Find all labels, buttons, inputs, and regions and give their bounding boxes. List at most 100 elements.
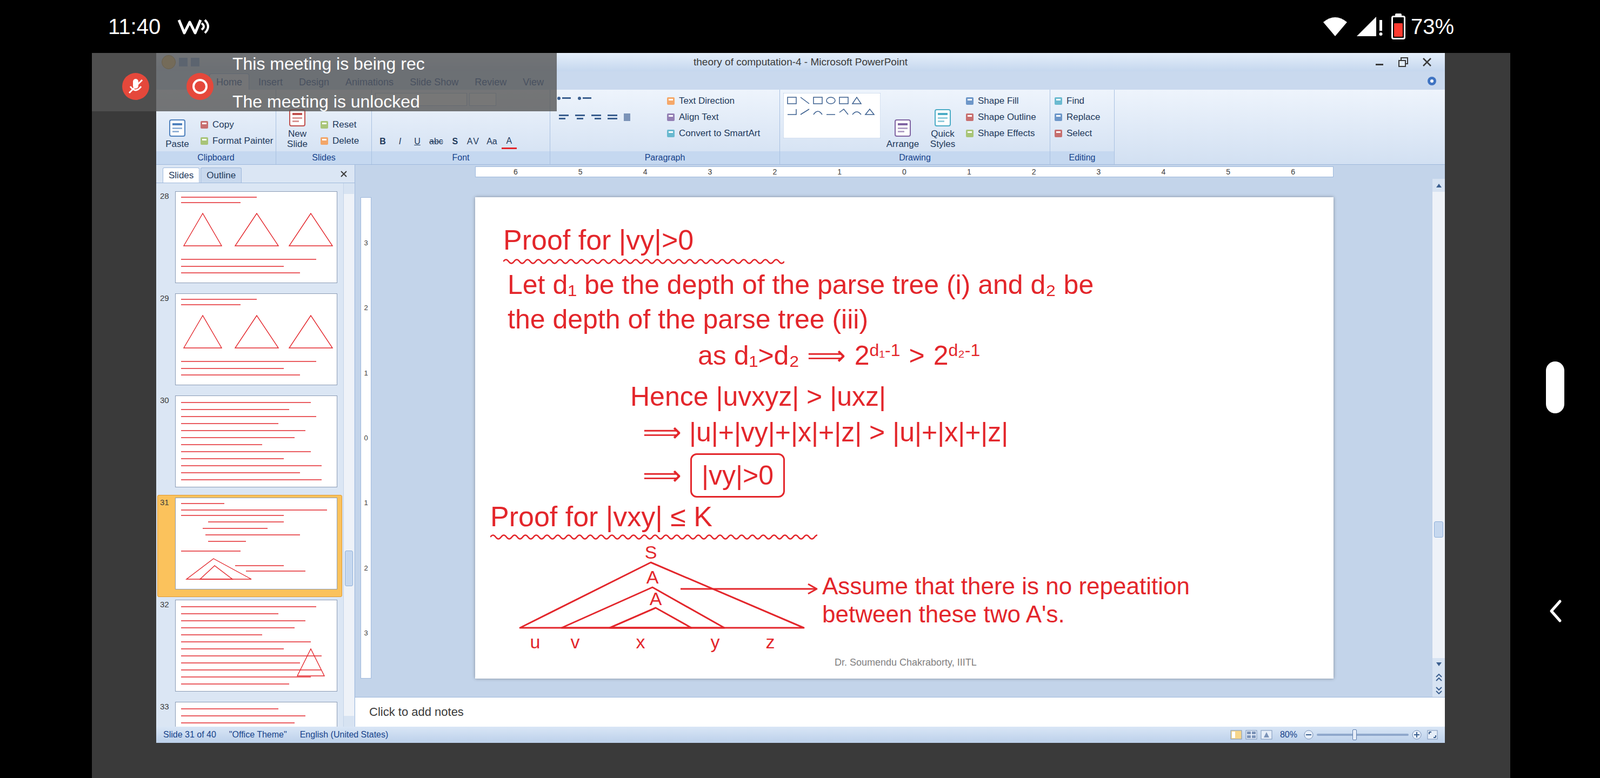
- notes-pane[interactable]: Click to add notes: [355, 697, 1445, 728]
- scroll-down-icon[interactable]: [1435, 662, 1443, 668]
- close-panel-icon[interactable]: [339, 169, 349, 179]
- button-icon: [932, 108, 953, 128]
- zoom-in-icon[interactable]: [1411, 730, 1422, 740]
- button-label: Quick Styles: [924, 128, 961, 150]
- ribbon-small-button[interactable]: Convert to SmartArt: [665, 125, 760, 142]
- format-button[interactable]: I: [392, 134, 408, 150]
- format-button[interactable]: S: [447, 134, 463, 150]
- back-chevron-icon[interactable]: [1547, 598, 1564, 625]
- slide-number: 28: [160, 191, 172, 202]
- next-slide-icon[interactable]: [1435, 687, 1443, 695]
- button-icon: [964, 112, 975, 123]
- ribbon-small-button[interactable]: Delete: [319, 132, 359, 150]
- slide-thumbnail[interactable]: 28: [157, 188, 343, 291]
- ribbon-small-button[interactable]: Reset: [319, 116, 359, 133]
- button-icon: [665, 112, 676, 123]
- thumbnail-image: [175, 395, 338, 488]
- ribbon-large-button[interactable]: Quick Styles: [924, 92, 961, 150]
- wavy-underline: [490, 532, 818, 543]
- normal-view-icon[interactable]: [1230, 730, 1243, 740]
- format-button[interactable]: A: [501, 134, 517, 150]
- close-icon[interactable]: [1421, 56, 1433, 69]
- slide-thumbnail[interactable]: 32: [157, 597, 343, 700]
- help-icon[interactable]: [1426, 75, 1438, 87]
- zoom-thumb[interactable]: [1352, 729, 1357, 741]
- format-button[interactable]: Aa: [484, 134, 500, 150]
- zoom-slider[interactable]: [1316, 734, 1409, 737]
- status-bar: Slide 31 of 40 "Office Theme" English (U…: [156, 727, 1445, 744]
- ruler-number: 1: [363, 369, 368, 378]
- fit-slide-icon[interactable]: [1427, 730, 1438, 740]
- panel-tab[interactable]: Outline: [200, 167, 242, 183]
- mic-muted-icon[interactable]: [121, 72, 150, 101]
- ribbon-small-button[interactable]: Shape Fill: [964, 92, 1037, 110]
- slide[interactable]: Proof for |vy|>0 Let d₁ be the depth of …: [475, 197, 1334, 679]
- thumbnail-image: [175, 702, 338, 728]
- thumbnail-image: [175, 497, 338, 590]
- ribbon-small-button[interactable]: Select: [1053, 125, 1100, 142]
- phone-status-bar: 11:40 73%: [0, 0, 1600, 53]
- theme-name[interactable]: "Office Theme": [229, 729, 288, 741]
- heading: Proof for |vy|>0: [503, 223, 1334, 257]
- text-line: ⟹ |u|+|vy|+|x|+|z| > |u|+|x|+|z|: [642, 415, 1334, 450]
- button-label: Convert to SmartArt: [678, 128, 760, 139]
- ruler-number: 0: [363, 434, 368, 443]
- button-icon: [319, 120, 330, 130]
- meeting-banner: This meeting is being rec The meeting is…: [91, 52, 557, 112]
- ribbon-small-button[interactable]: Shape Outline: [964, 109, 1037, 126]
- panel-tab[interactable]: Slides: [162, 167, 200, 183]
- shapes-gallery[interactable]: [783, 92, 881, 139]
- button-label: Shape Outline: [977, 111, 1037, 123]
- tree-leaf: u: [527, 632, 544, 652]
- powerpoint-window: theory of computation-4 - Microsoft Powe…: [156, 52, 1445, 744]
- previous-slide-icon[interactable]: [1435, 674, 1443, 682]
- restore-icon[interactable]: [1397, 56, 1410, 69]
- zoom-percent[interactable]: 80%: [1280, 729, 1298, 741]
- record-icon[interactable]: [185, 72, 215, 101]
- tree-node: A: [644, 568, 661, 587]
- boxed-result: |vy|>0: [690, 453, 785, 498]
- ribbon-small-button[interactable]: Find: [1053, 92, 1100, 110]
- sorter-view-icon[interactable]: [1245, 730, 1258, 740]
- minimize-icon[interactable]: [1373, 56, 1386, 69]
- slide-thumbnail[interactable]: 30: [157, 392, 343, 496]
- ruler-number: 3: [708, 167, 713, 177]
- ruler-number: 1: [837, 167, 842, 177]
- ribbon-small-button[interactable]: Replace: [1053, 109, 1100, 126]
- slideshow-view-icon[interactable]: [1260, 730, 1273, 740]
- slide-number: 29: [160, 293, 172, 304]
- side-handle[interactable]: [1545, 361, 1565, 414]
- format-button[interactable]: abc: [427, 134, 446, 150]
- ribbon-small-button[interactable]: Format Painter: [199, 132, 273, 150]
- group-label: Paragraph: [550, 151, 780, 165]
- vertical-scrollbar[interactable]: [1431, 178, 1445, 698]
- slide-thumbnail[interactable]: 29: [157, 290, 343, 393]
- language[interactable]: English (United States): [300, 729, 389, 741]
- thumbnail-image: [175, 293, 338, 386]
- button-label: Find: [1066, 95, 1085, 107]
- thumbnail-image: [175, 191, 338, 284]
- power-base: 2: [854, 338, 870, 373]
- ribbon-small-button[interactable]: Align Text: [665, 109, 760, 126]
- slide-thumbnail[interactable]: 31: [157, 495, 343, 598]
- horizontal-ruler: 6543210123456: [355, 164, 1445, 179]
- paragraph-format-icon[interactable]: [553, 92, 662, 139]
- button-label: Align Text: [678, 111, 719, 123]
- ribbon-small-button[interactable]: Text Direction: [665, 92, 760, 110]
- format-button[interactable]: U: [409, 134, 425, 150]
- ruler-number: 3: [363, 238, 368, 248]
- ribbon-large-button[interactable]: Arrange: [884, 92, 921, 150]
- ribbon-small-button[interactable]: Copy: [199, 116, 273, 133]
- format-button[interactable]: B: [375, 134, 391, 150]
- zoom-out-icon[interactable]: [1303, 730, 1314, 740]
- panel-scrollbar[interactable]: [343, 183, 355, 728]
- format-button[interactable]: AV: [464, 134, 483, 150]
- scroll-up-icon[interactable]: [1435, 182, 1443, 189]
- ribbon-small-button[interactable]: Shape Effects: [964, 125, 1037, 142]
- ruler-number: 6: [1290, 167, 1296, 177]
- slide-thumbnail[interactable]: 33: [157, 699, 343, 728]
- meeting-app-icon: [176, 15, 211, 38]
- parse-tree-diagram: [512, 546, 838, 655]
- button-label: Replace: [1066, 111, 1100, 123]
- tree-leaf: x: [632, 632, 649, 652]
